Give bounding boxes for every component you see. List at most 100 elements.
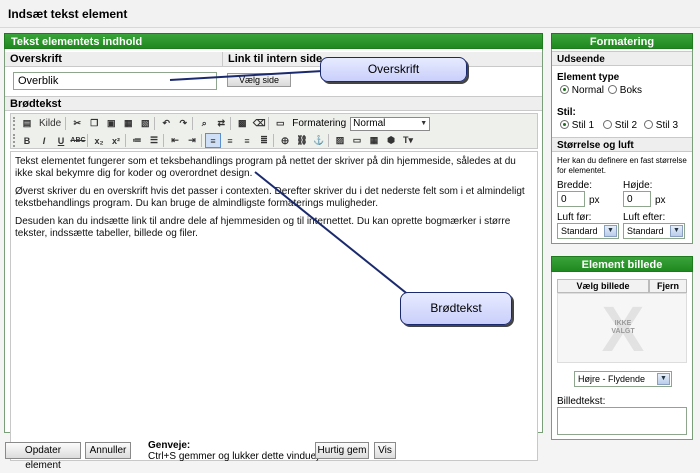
image-actions: Vælg billede Fjern: [557, 279, 687, 293]
annuller-button[interactable]: Annuller: [85, 442, 131, 459]
storrelse-label: Størrelse og luft: [552, 137, 692, 152]
toolbar-separator: [201, 134, 204, 147]
kilde-button[interactable]: Kilde: [36, 116, 64, 131]
image-placeholder: X IKKE VALGT: [557, 293, 687, 364]
toolbar-separator: [230, 117, 233, 130]
radio-normal-label: Normal: [571, 85, 605, 96]
udseende-label: Udseende: [552, 51, 692, 66]
paste-text-icon[interactable]: ▦: [120, 116, 136, 131]
find-icon[interactable]: ⌕: [196, 116, 212, 131]
radio-boks-label: Boks: [619, 85, 643, 96]
luft-efter-select[interactable]: Standard ▼: [623, 223, 685, 239]
formatering-panel: Formatering Udseende Element type Normal…: [551, 33, 693, 244]
chevron-down-icon: ▼: [670, 225, 683, 237]
bredde-input[interactable]: 0: [557, 191, 585, 207]
stil-1-option[interactable]: Stil 1: [560, 120, 594, 131]
link-icon[interactable]: 🜨: [277, 133, 293, 148]
styles-icon[interactable]: ▭: [272, 116, 288, 131]
element-type-normal[interactable]: Normal: [560, 85, 604, 96]
element-type-label: Element type: [557, 72, 620, 83]
window-title: Indsæt tekst element: [8, 7, 128, 21]
select-all-icon[interactable]: ▩: [234, 116, 250, 131]
bredde-label: Bredde:: [557, 180, 593, 191]
radio-stil-2[interactable]: [603, 120, 612, 129]
outdent-icon[interactable]: ⇤: [167, 133, 183, 148]
image-placement-select[interactable]: Højre - Flydende ▼: [574, 371, 672, 387]
numbered-list-icon[interactable]: ≔: [129, 133, 145, 148]
cut-icon[interactable]: ✂: [69, 116, 85, 131]
align-left-icon[interactable]: ≡: [205, 133, 221, 148]
chevron-down-icon: ▼: [604, 225, 617, 237]
align-justify-icon[interactable]: ≣: [256, 133, 272, 148]
subscript-button[interactable]: x₂: [91, 133, 107, 148]
align-center-icon[interactable]: ≡: [222, 133, 238, 148]
vaelg-billede-button[interactable]: Vælg billede: [557, 279, 649, 293]
toolbar-separator: [328, 134, 331, 147]
toolbar-separator: [154, 117, 157, 130]
radio-stil-1[interactable]: [560, 120, 569, 129]
editor-paragraph: Øverst skriver du en overskrift hvis det…: [15, 186, 525, 209]
radio-stil-3-label: Stil 3: [655, 120, 679, 131]
align-right-icon[interactable]: ≡: [239, 133, 255, 148]
strikethrough-button[interactable]: ABC: [70, 133, 86, 148]
toolbar-separator: [87, 134, 90, 147]
billedtekst-label: Billedtekst:: [557, 396, 606, 407]
editor-paragraph: Desuden kan du indsætte link til andre d…: [15, 216, 511, 239]
bulleted-list-icon[interactable]: ☰: [146, 133, 162, 148]
brodtekst-label: Brødtekst: [5, 96, 542, 111]
image-icon[interactable]: ▨: [332, 133, 348, 148]
italic-button[interactable]: I: [36, 133, 52, 148]
paste-word-icon[interactable]: ▧: [137, 116, 153, 131]
editor-toolbar: ▤ Kilde ✂ ❐ ▣ ▦ ▧ ↶ ↷ ⌕ ⇄ ▩ ⌫ ▭ Formater…: [10, 113, 538, 149]
unlink-icon[interactable]: ⛓: [294, 133, 310, 148]
remove-format-icon[interactable]: ⌫: [251, 116, 267, 131]
copy-icon[interactable]: ❐: [86, 116, 102, 131]
hojde-input[interactable]: 0: [623, 191, 651, 207]
toolbar-grip: [13, 117, 18, 130]
formatering-select[interactable]: Normal: [350, 116, 431, 131]
text-color-icon[interactable]: T▾: [400, 133, 416, 148]
indent-icon[interactable]: ⇥: [184, 133, 200, 148]
bold-button[interactable]: B: [19, 133, 35, 148]
overskrift-label: Overskrift: [5, 52, 223, 67]
stil-2-option[interactable]: Stil 2: [603, 120, 637, 131]
flash-icon[interactable]: ▭: [349, 133, 365, 148]
storrelse-help: Her kan du definere en fast størrelse fo…: [557, 156, 687, 175]
formatering-header: Formatering: [551, 33, 693, 49]
table-icon[interactable]: ▦: [366, 133, 382, 148]
toolbar-separator: [163, 134, 166, 147]
source-icon[interactable]: ▤: [19, 116, 35, 131]
paste-icon[interactable]: ▣: [103, 116, 119, 131]
replace-icon[interactable]: ⇄: [213, 116, 229, 131]
anchor-icon[interactable]: ⚓: [311, 133, 327, 148]
overskrift-input[interactable]: Overblik: [13, 72, 217, 90]
fjern-button[interactable]: Fjern: [649, 279, 687, 293]
luft-for-label: Luft før:: [557, 212, 592, 223]
stil-3-option[interactable]: Stil 3: [644, 120, 678, 131]
opdater-element-button[interactable]: Opdater element: [5, 442, 81, 471]
radio-normal[interactable]: [560, 85, 569, 94]
radio-stil-2-label: Stil 2: [614, 120, 638, 131]
hojde-label: Højde:: [623, 180, 653, 191]
hurtig-gem-button[interactable]: Hurtig gem: [315, 442, 369, 459]
special-char-icon[interactable]: ⬢: [383, 133, 399, 148]
superscript-button[interactable]: x²: [108, 133, 124, 148]
undo-icon[interactable]: ↶: [158, 116, 174, 131]
element-billede-header: Element billede: [551, 256, 693, 272]
vaelg-side-button[interactable]: Vælg side: [227, 73, 291, 87]
toolbar-separator: [65, 117, 68, 130]
vis-button[interactable]: Vis: [374, 442, 396, 459]
radio-boks[interactable]: [608, 85, 617, 94]
image-placement-value: Højre - Flydende: [578, 374, 646, 384]
billedtekst-input[interactable]: [557, 407, 687, 435]
radio-stil-1-label: Stil 1: [571, 120, 595, 131]
redo-icon[interactable]: ↷: [175, 116, 191, 131]
formatering-label: Formatering: [292, 118, 347, 129]
underline-button[interactable]: U: [53, 133, 69, 148]
genveje-text: Ctrl+S gemmer og lukker dette vindue): [148, 451, 320, 462]
element-type-boks[interactable]: Boks: [608, 85, 642, 96]
radio-stil-3[interactable]: [644, 120, 653, 129]
toolbar-separator: [192, 117, 195, 130]
luft-for-select[interactable]: Standard ▼: [557, 223, 619, 239]
toolbar-grip: [13, 134, 18, 147]
